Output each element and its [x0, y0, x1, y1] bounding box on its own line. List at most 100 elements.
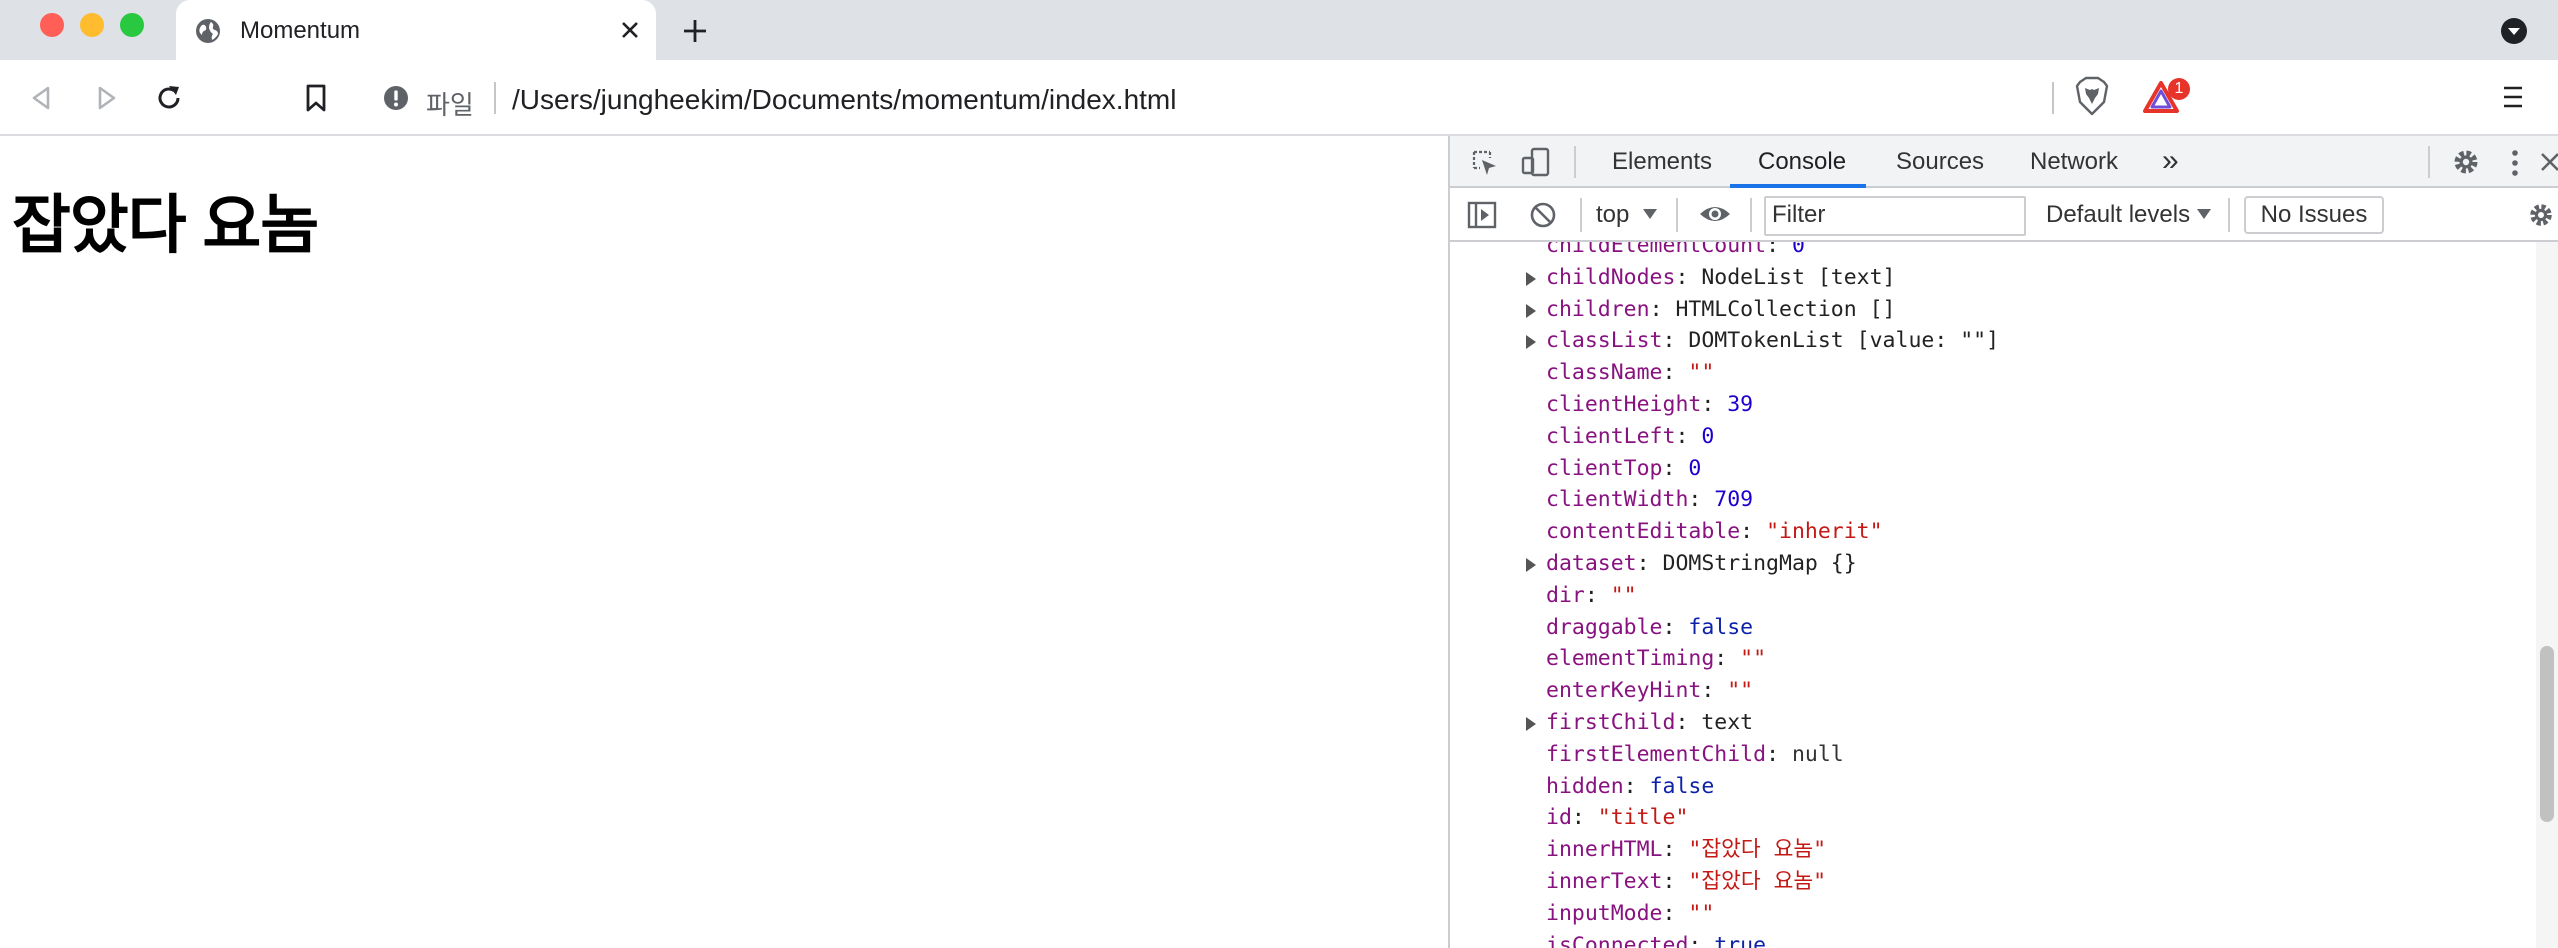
toolbar-divider — [2228, 198, 2230, 232]
zoom-window-button[interactable] — [120, 13, 144, 37]
property-row: clientTop: 0 — [1450, 453, 2534, 485]
console-scrollbar[interactable] — [2536, 242, 2558, 948]
tab-network[interactable]: Network — [2030, 148, 2118, 176]
property-line: clientTop: 0 — [1546, 453, 1701, 485]
property-key: clientTop — [1546, 455, 1663, 481]
expand-triangle-icon[interactable] — [1526, 335, 1536, 350]
property-key: clientWidth — [1546, 487, 1689, 513]
live-expression-eye-icon[interactable] — [1698, 202, 1732, 226]
property-row: firstElementChild: null — [1450, 739, 2534, 771]
url-text[interactable]: /Users/jungheekim/Documents/momentum/ind… — [512, 84, 1176, 116]
expand-triangle-icon[interactable] — [1526, 303, 1536, 318]
property-row: enterKeyHint: "" — [1450, 675, 2534, 707]
property-colon: : — [1675, 264, 1702, 290]
property-line: id: "title" — [1546, 802, 1688, 834]
context-dropdown-icon[interactable] — [1642, 208, 1658, 220]
forward-icon[interactable] — [92, 84, 120, 112]
property-key: className — [1546, 360, 1663, 386]
info-icon[interactable] — [382, 84, 410, 112]
property-colon: : — [1766, 242, 1792, 258]
show-sidebar-icon[interactable] — [1466, 200, 1498, 230]
close-tab-icon[interactable] — [620, 20, 640, 40]
property-line: dataset: DOMStringMap {} — [1546, 548, 1857, 580]
toolbar-divider — [1750, 198, 1752, 232]
property-value: false — [1649, 773, 1715, 799]
property-value: DOMStringMap {} — [1662, 550, 1857, 576]
minimize-window-button[interactable] — [80, 13, 104, 37]
inspect-element-icon[interactable] — [1470, 148, 1500, 178]
property-row[interactable]: classList: DOMTokenList [value: ""] — [1450, 325, 2534, 357]
property-line: firstElementChild: null — [1546, 739, 1844, 771]
tab-console[interactable]: Console — [1758, 148, 1846, 176]
issues-button[interactable]: No Issues — [2244, 196, 2384, 234]
property-key: isConnected — [1546, 932, 1689, 948]
close-window-button[interactable] — [40, 13, 64, 37]
property-key: childNodes — [1546, 264, 1676, 290]
more-tabs-icon[interactable]: » — [2162, 144, 2179, 178]
tab-elements[interactable]: Elements — [1612, 148, 1712, 176]
property-row: hidden: false — [1450, 771, 2534, 803]
close-devtools-icon[interactable] — [2538, 150, 2558, 174]
property-row: elementTiming: "" — [1450, 643, 2534, 675]
property-value: "" — [1727, 678, 1754, 704]
property-value: "" — [1688, 900, 1715, 926]
expand-triangle-icon[interactable] — [1526, 716, 1536, 731]
property-line: firstChild: text — [1546, 707, 1753, 739]
levels-dropdown-icon[interactable] — [2196, 208, 2212, 220]
filter-input-box[interactable] — [1764, 196, 2026, 236]
page-viewport: 잡았다 요놈 — [0, 136, 1448, 948]
expand-triangle-icon[interactable] — [1526, 271, 1536, 286]
console-settings-gear-icon[interactable] — [2526, 200, 2556, 230]
property-key: firstChild — [1546, 709, 1676, 735]
property-row: isConnected: true — [1450, 930, 2534, 948]
property-value: "inherit" — [1766, 519, 1883, 545]
property-colon: : — [1675, 423, 1702, 449]
back-icon[interactable] — [28, 84, 56, 112]
property-colon: : — [1636, 550, 1663, 576]
log-levels-selector[interactable]: Default levels — [2046, 201, 2190, 229]
property-value: "" — [1688, 360, 1715, 386]
property-colon: : — [1701, 678, 1728, 704]
settings-gear-icon[interactable] — [2450, 146, 2482, 178]
menu-icon[interactable] — [2498, 84, 2526, 110]
expand-triangle-icon[interactable] — [1526, 557, 1536, 572]
more-options-icon[interactable] — [2508, 148, 2522, 178]
property-colon: : — [1584, 582, 1611, 608]
property-key: hidden — [1546, 773, 1624, 799]
clear-console-icon[interactable] — [1528, 200, 1558, 230]
property-key: innerText — [1546, 868, 1663, 894]
property-key: children — [1546, 296, 1650, 322]
property-key: elementTiming — [1546, 646, 1715, 672]
property-value: 0 — [1791, 242, 1805, 258]
device-toolbar-icon[interactable] — [1520, 146, 1552, 178]
property-row[interactable]: childNodes: NodeList [text] — [1450, 262, 2534, 294]
browser-tab[interactable]: Momentum — [176, 0, 656, 60]
property-line: contentEditable: "inherit" — [1546, 516, 1883, 548]
brave-shields-icon[interactable] — [2074, 76, 2110, 116]
filter-input[interactable] — [1772, 198, 2012, 232]
address-bar[interactable]: 파일 /Users/jungheekim/Documents/momentum/… — [360, 70, 2196, 126]
property-colon: : — [1662, 455, 1689, 481]
property-row[interactable]: dataset: DOMStringMap {} — [1450, 548, 2534, 580]
property-line: childNodes: NodeList [text] — [1546, 262, 1896, 294]
property-line: elementTiming: "" — [1546, 643, 1766, 675]
context-selector[interactable]: top — [1596, 201, 1629, 229]
property-value: 0 — [1701, 423, 1715, 449]
property-row[interactable]: children: HTMLCollection [] — [1450, 294, 2534, 326]
property-line: dir: "" — [1546, 580, 1637, 612]
property-colon: : — [1662, 614, 1689, 640]
reload-icon[interactable] — [154, 83, 184, 113]
property-row: dir: "" — [1450, 580, 2534, 612]
tab-sources[interactable]: Sources — [1896, 148, 1984, 176]
new-tab-icon[interactable] — [682, 18, 708, 44]
property-row[interactable]: firstChild: text — [1450, 707, 2534, 739]
property-value: 0 — [1688, 455, 1702, 481]
scrollbar-thumb[interactable] — [2540, 646, 2554, 822]
tab-search-dropdown-icon[interactable] — [2500, 17, 2528, 45]
property-colon: : — [1688, 487, 1715, 513]
bookmark-icon[interactable] — [302, 83, 330, 113]
property-key: clientHeight — [1546, 391, 1702, 417]
property-colon: : — [1623, 773, 1650, 799]
property-line: enterKeyHint: "" — [1546, 675, 1753, 707]
property-line: childElementCount: 0 — [1546, 242, 1805, 262]
